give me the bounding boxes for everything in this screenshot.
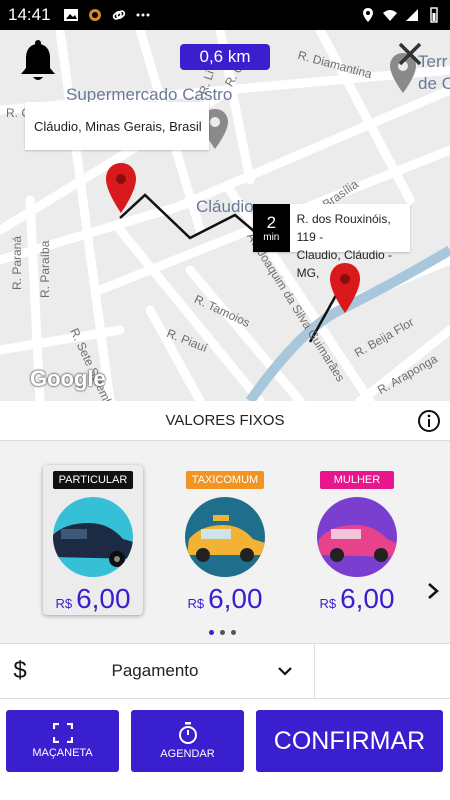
confirm-label: CONFIRMAR — [273, 726, 426, 755]
dollar-icon: $ — [13, 657, 27, 684]
link-icon — [112, 10, 125, 20]
car-icon — [53, 523, 133, 567]
more-dots-icon — [136, 13, 150, 17]
vehicle-card-particular[interactable]: PARTICULAR R$ 6,00 — [43, 465, 143, 615]
price-value: 6,00 — [340, 583, 395, 614]
origin-address-card[interactable]: Cláudio, Minas Gerais, Brasil — [25, 102, 209, 150]
street-label: R. Paraná — [10, 235, 24, 290]
battery-icon — [430, 7, 438, 23]
carousel-pagination — [209, 630, 236, 635]
car-mulher-image — [317, 497, 397, 577]
pagination-dot[interactable] — [220, 630, 225, 635]
price-value: 6,00 — [76, 583, 131, 614]
price-currency: R$ — [187, 596, 205, 611]
destination-address-line1: R. dos Rouxinóis, 119 - — [296, 212, 391, 244]
image-icon — [63, 9, 78, 21]
chevron-right-icon[interactable] — [426, 581, 440, 601]
car-icon — [187, 515, 265, 562]
poi-partial-2: de C — [418, 74, 450, 93]
destination-address: R. dos Rouxinóis, 119 - Claudio, Cláudio… — [290, 204, 410, 280]
info-icon[interactable] — [417, 409, 441, 433]
price-currency: R$ — [55, 596, 73, 611]
app-notification-icon — [88, 9, 101, 21]
city-label: Cláudio — [196, 197, 254, 216]
google-logo: Google — [30, 366, 106, 391]
distance-badge: 0,6 km — [180, 44, 270, 70]
street-label: R. Paraíba — [38, 240, 52, 298]
vehicle-tag: MULHER — [320, 471, 394, 489]
eta-box: 2 min — [253, 204, 290, 252]
macaneta-button[interactable]: MAÇANETA — [6, 710, 119, 772]
destination-eta-card[interactable]: 2 min R. dos Rouxinóis, 119 - Claudio, C… — [253, 204, 410, 280]
scan-frame-icon — [52, 723, 73, 743]
destination-pin-icon[interactable] — [328, 262, 362, 314]
payment-label: Pagamento — [111, 661, 199, 680]
vehicle-card-taxicomum[interactable]: TAXICOMUM R$ 6,00 — [175, 465, 275, 615]
status-time: 14:41 — [8, 5, 51, 24]
agendar-label: AGENDAR — [160, 748, 215, 760]
origin-address: Cláudio, Minas Gerais, Brasil — [34, 118, 202, 134]
eta-minutes: 2 — [266, 212, 277, 232]
signal-icon — [406, 9, 418, 21]
macaneta-label: MAÇANETA — [32, 747, 93, 759]
action-buttons: MAÇANETA AGENDAR CONFIRMAR — [0, 710, 450, 772]
car-icon — [317, 525, 397, 562]
ride-options-panel: VALORES FIXOS PARTICULAR R$ 6,00 TAXICOM… — [0, 401, 450, 800]
car-taxi-image — [185, 497, 265, 577]
timer-icon — [178, 722, 197, 744]
vehicle-card-mulher[interactable]: MULHER R$ 6,00 — [307, 465, 407, 615]
map-view[interactable]: Supermercado Castro Cláudio Terr de C R.… — [0, 30, 450, 401]
vehicle-tag: PARTICULAR — [52, 471, 134, 489]
app-screen: 14:41 Supermercado Castro Cláudio Terr d… — [0, 0, 450, 800]
close-icon[interactable] — [396, 40, 424, 68]
wifi-icon — [383, 10, 397, 21]
fixed-values-header: VALORES FIXOS — [0, 401, 450, 441]
divider — [314, 643, 315, 699]
pagination-dot[interactable] — [209, 630, 214, 635]
car-particular-image — [53, 497, 133, 577]
payment-selector[interactable]: $ Pagamento — [0, 643, 450, 699]
status-bar: 14:41 — [0, 0, 450, 30]
location-icon — [363, 8, 373, 22]
confirm-button[interactable]: CONFIRMAR — [256, 710, 443, 772]
vehicle-tag: TAXICOMUM — [185, 471, 265, 489]
eta-unit: min — [263, 231, 280, 243]
price-currency: R$ — [319, 596, 337, 611]
pagination-dot[interactable] — [231, 630, 236, 635]
fixed-values-title: VALORES FIXOS — [165, 412, 285, 429]
notification-bell-icon[interactable] — [18, 40, 58, 84]
chevron-down-icon — [278, 667, 292, 676]
price-value: 6,00 — [208, 583, 263, 614]
agendar-button[interactable]: AGENDAR — [131, 710, 244, 772]
origin-pin-icon[interactable] — [104, 162, 138, 214]
